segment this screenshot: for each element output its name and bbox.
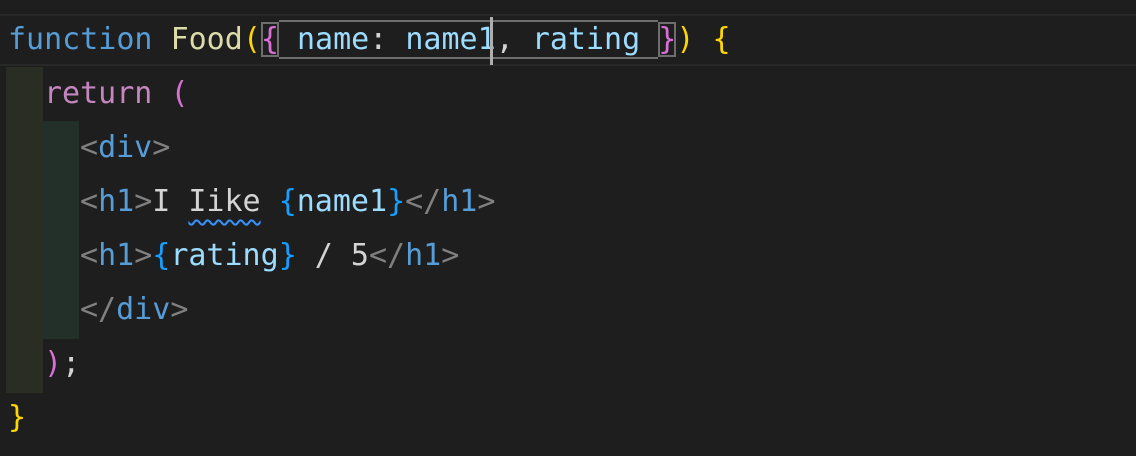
tag-div-open: div bbox=[98, 130, 153, 165]
code-line-8[interactable]: } bbox=[8, 391, 26, 445]
indent-guide-level-1 bbox=[6, 67, 43, 393]
return-paren-close: ) bbox=[44, 346, 63, 381]
return-paren-open: ( bbox=[170, 76, 189, 111]
tag-gt: > bbox=[134, 184, 153, 219]
text-cursor bbox=[490, 17, 493, 65]
tag-div-close: div bbox=[116, 292, 171, 327]
expr-brace-open: { bbox=[278, 184, 297, 219]
expr-brace-close: } bbox=[387, 184, 406, 219]
tag-close-lt: </ bbox=[80, 292, 117, 327]
function-body-close: } bbox=[8, 400, 27, 435]
expr-var-rating: rating bbox=[170, 238, 279, 273]
tag-lt: < bbox=[80, 238, 99, 273]
code-line-1[interactable]: function Food({ name: name1, rating }) { bbox=[8, 13, 731, 67]
code-line-5[interactable]: <h1>{rating} / 5</h1> bbox=[80, 229, 459, 283]
function-body-open: { bbox=[712, 22, 731, 57]
function-name: Food bbox=[170, 22, 243, 57]
comma: , bbox=[495, 22, 514, 57]
brace-open-matched: { bbox=[260, 22, 279, 57]
code-line-2[interactable]: return ( bbox=[44, 67, 189, 121]
indent-guide-level-2 bbox=[42, 121, 79, 339]
tag-h1-close: h1 bbox=[441, 184, 478, 219]
tag-gt: > bbox=[152, 130, 171, 165]
code-line-3[interactable]: <div> bbox=[80, 121, 170, 175]
paren-close: ) bbox=[676, 22, 695, 57]
code-line-7[interactable]: ); bbox=[44, 337, 80, 391]
jsx-text-out-of-5: / 5 bbox=[296, 238, 369, 273]
tag-gt: > bbox=[134, 238, 153, 273]
expr-brace-open: { bbox=[152, 238, 171, 273]
paren-open: ( bbox=[242, 22, 261, 57]
tag-h1-close: h1 bbox=[405, 238, 442, 273]
code-editor[interactable]: function Food({ name: name1, rating }) {… bbox=[0, 0, 1136, 456]
keyword-function: function bbox=[8, 22, 153, 57]
tag-h1-open: h1 bbox=[98, 238, 135, 273]
tag-lt: < bbox=[80, 184, 99, 219]
expr-var-name1: name1 bbox=[296, 184, 388, 219]
param-rating: rating bbox=[531, 22, 641, 57]
destructure-params: name: name1, rating bbox=[278, 20, 659, 59]
expr-brace-close: } bbox=[278, 238, 297, 273]
tag-gt: > bbox=[170, 292, 189, 327]
tag-close-gt: > bbox=[441, 238, 460, 273]
tag-h1-open: h1 bbox=[98, 184, 135, 219]
jsx-text-i: I bbox=[152, 184, 171, 219]
code-line-6[interactable]: </div> bbox=[80, 283, 188, 337]
tag-close-gt: > bbox=[477, 184, 496, 219]
brace-close-matched: } bbox=[658, 22, 677, 57]
code-line-4[interactable]: <h1>I Iike {name1}</h1> bbox=[80, 175, 495, 229]
jsx-text-like-spelling-warning: Iike bbox=[188, 184, 261, 219]
tag-lt: < bbox=[80, 130, 99, 165]
param-alias: name1 bbox=[405, 22, 496, 57]
tag-close-lt: </ bbox=[369, 238, 406, 273]
colon: : bbox=[369, 22, 388, 57]
param-name: name bbox=[297, 22, 370, 57]
tag-close-lt: </ bbox=[405, 184, 442, 219]
keyword-return: return bbox=[44, 76, 153, 111]
semicolon: ; bbox=[62, 346, 81, 381]
